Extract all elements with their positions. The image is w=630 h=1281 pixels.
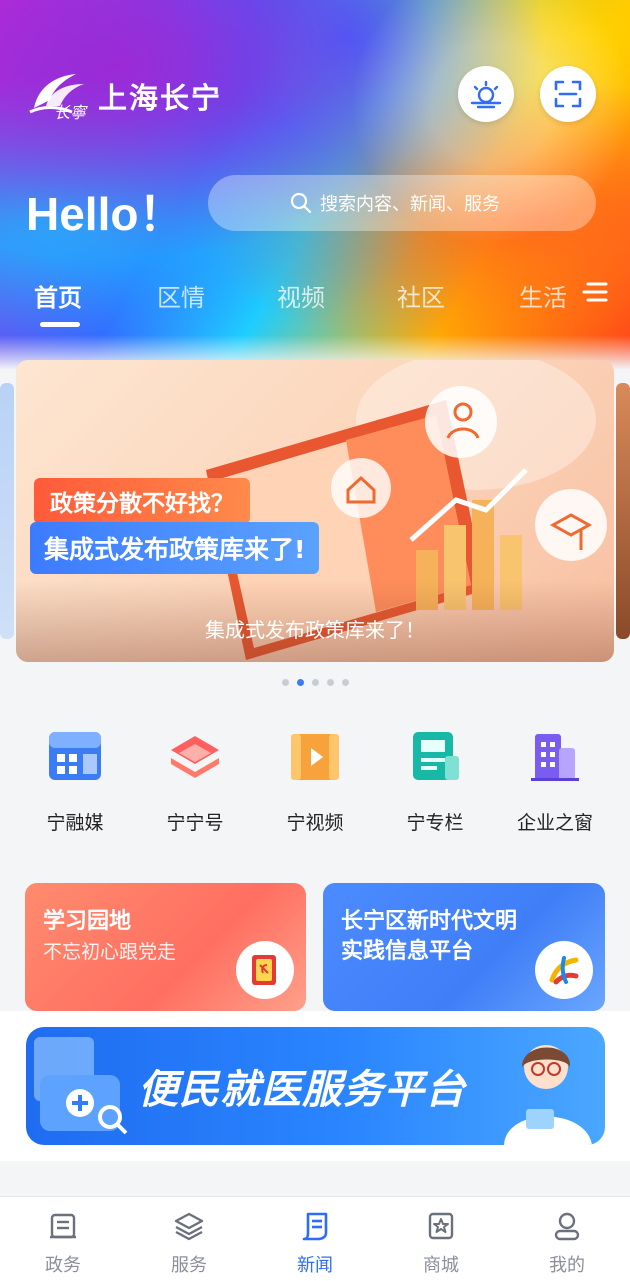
quick-link-label: 宁宁号 [166, 812, 224, 834]
civilization-logo-icon [549, 956, 579, 985]
quick-link-grid: 宁融媒 宁宁号 宁视频 宁专栏 企业之窗 [0, 728, 630, 838]
greeting-text: Hello！ [26, 188, 185, 240]
search-placeholder: 搜索内容、新闻、服务 [320, 194, 500, 215]
civilization-platform-card[interactable]: 长宁区新时代文明 实践信息平台 [323, 883, 605, 1011]
media-grid-icon [49, 732, 101, 780]
carousel-indicator [0, 679, 630, 686]
search-icon [290, 192, 312, 214]
next-section-peek [0, 1161, 630, 1201]
nav-label: 新闻 [297, 1255, 333, 1276]
sun-cloud-icon [470, 80, 502, 109]
quick-link-qiyezhichuang[interactable]: 企业之窗 [500, 728, 610, 835]
banner-next-peek[interactable] [616, 383, 630, 639]
tab-district[interactable]: 区情 [157, 278, 205, 313]
newspaper-icon [302, 1212, 328, 1241]
video-play-icon [291, 734, 339, 780]
medical-banner-title: 便民就医服务平台 [138, 1067, 466, 1113]
carousel-dot[interactable] [311, 679, 319, 686]
carousel-dot[interactable] [341, 679, 349, 686]
nav-news[interactable]: 新闻 [270, 1211, 360, 1277]
star-bookmark-icon [428, 1212, 454, 1240]
tab-life[interactable]: 生活 [519, 278, 567, 313]
quick-link-label: 宁融媒 [46, 812, 104, 834]
banner-tag-headline: 集成式发布政策库来了! [30, 522, 320, 574]
tab-video[interactable]: 视频 [277, 278, 325, 313]
card-title: 长宁区新时代文明 [341, 909, 518, 934]
tab-home[interactable]: 首页 [34, 278, 82, 313]
weather-button[interactable] [458, 66, 514, 122]
government-icon [50, 1213, 76, 1239]
building-icon [531, 734, 579, 781]
scan-icon [554, 80, 582, 108]
quick-link-label: 企业之窗 [516, 812, 593, 834]
app-logo: 长寧 上海长宁 [24, 66, 222, 126]
nav-mall[interactable]: 商城 [396, 1211, 486, 1277]
card-icon-badge [236, 941, 294, 999]
quick-link-ningninghao[interactable]: 宁宁号 [140, 728, 250, 835]
card-title: 学习园地 [43, 909, 132, 934]
party-book-icon [252, 955, 276, 985]
quick-link-ningrongmei[interactable]: 宁融媒 [20, 728, 130, 835]
app-title: 上海长宁 [98, 81, 223, 115]
nav-services[interactable]: 服务 [144, 1211, 234, 1277]
top-tab-bar: 首页 区情 视频 社区 生活 [0, 278, 630, 338]
layers-stack-icon [174, 1212, 204, 1241]
changning-logo-icon: 长寧 [29, 74, 88, 122]
banner-caption: 集成式发布政策库来了！ [205, 618, 425, 642]
nav-profile[interactable]: 我的 [522, 1211, 612, 1277]
card-subtitle: 不忘初心跟党走 [43, 941, 177, 963]
quick-link-label: 宁视频 [286, 812, 344, 834]
quick-link-ningshipin[interactable]: 宁视频 [260, 728, 370, 835]
nav-government[interactable]: 政务 [18, 1211, 108, 1277]
study-garden-card[interactable]: 学习园地 不忘初心跟党走 [25, 883, 306, 1011]
banner-tag-question: 政策分散不好找？ [34, 478, 250, 524]
nav-label: 商城 [423, 1255, 459, 1276]
quick-link-label: 宁专栏 [406, 812, 464, 834]
column-doc-icon [413, 732, 459, 780]
banner-prev-peek[interactable] [0, 383, 14, 639]
user-icon [554, 1212, 580, 1241]
tab-community[interactable]: 社区 [397, 278, 445, 313]
card-subtitle: 实践信息平台 [341, 939, 474, 964]
quick-link-ningzhuanlan[interactable]: 宁专栏 [380, 728, 490, 835]
medical-service-banner[interactable]: 便民就医服务平台 [26, 1027, 605, 1145]
carousel-dot[interactable] [281, 679, 289, 686]
nav-label: 服务 [171, 1255, 207, 1276]
nav-label: 政务 [45, 1255, 81, 1276]
search-input[interactable]: 搜索内容、新闻、服务 [208, 175, 596, 231]
menu-icon[interactable] [582, 278, 608, 306]
svg-text:长寧: 长寧 [54, 103, 88, 122]
carousel-dot-active[interactable] [296, 679, 304, 686]
card-icon-badge [535, 941, 593, 999]
active-tab-indicator [40, 322, 80, 327]
nav-label: 我的 [549, 1255, 585, 1276]
layers-icon [171, 736, 219, 778]
bottom-nav: 政务 服务 新闻 商城 我的 [0, 1196, 630, 1281]
scan-button[interactable] [540, 66, 596, 122]
carousel-dot[interactable] [326, 679, 334, 686]
